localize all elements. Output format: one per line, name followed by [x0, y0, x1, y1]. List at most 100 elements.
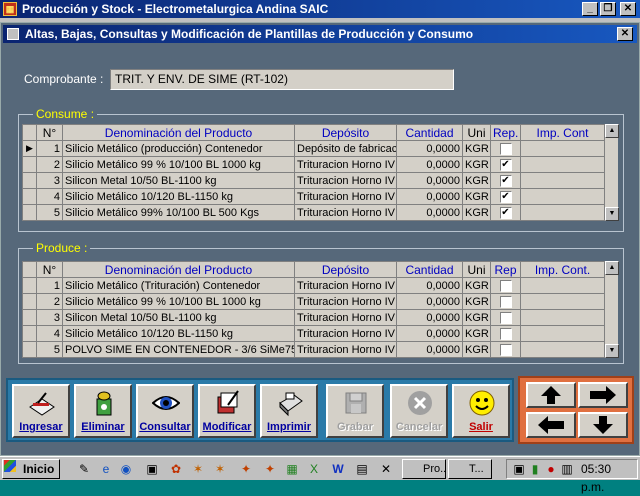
cell-uni[interactable]: KGR — [462, 204, 491, 221]
cell-rep[interactable]: ✔ — [490, 204, 521, 221]
excel-icon[interactable]: X — [306, 461, 322, 477]
cell-uni[interactable]: KGR — [462, 325, 491, 342]
minimize-button[interactable]: _ — [582, 2, 598, 16]
scroll-down-icon[interactable]: ▼ — [605, 344, 619, 358]
cell-uni[interactable]: KGR — [462, 293, 491, 310]
cell-deposito[interactable]: Trituracion Horno IV — [294, 277, 397, 294]
clock[interactable]: 05:30 p.m. — [581, 460, 637, 496]
cell-producto[interactable]: Silicon Metal 10/50 BL-1100 kg — [62, 309, 295, 326]
cell-deposito[interactable]: Trituracion Horno IV — [294, 293, 397, 310]
scroll-down-icon[interactable]: ▼ — [605, 207, 619, 221]
table-row[interactable]: ▶ 1 Silicio Metálico (producción) Contened… — [22, 140, 605, 157]
cell-producto[interactable]: Silicio Metálico 10/120 BL-1150 kg — [62, 188, 295, 205]
close-button[interactable]: ✕ — [620, 2, 636, 16]
cancelar-button[interactable]: Cancelar — [390, 384, 448, 438]
tray-network-icon[interactable]: ▣ — [511, 461, 527, 477]
row-selector[interactable]: ▶ — [22, 140, 37, 157]
cell-cantidad[interactable]: 0,0000 — [396, 172, 463, 189]
cell-imp-cont[interactable] — [520, 293, 605, 310]
cell-cantidad[interactable]: 0,0000 — [396, 188, 463, 205]
col-header-num[interactable]: N° — [36, 124, 63, 141]
rep-checkbox[interactable] — [499, 311, 512, 324]
window-menu-icon[interactable] — [7, 28, 19, 40]
cell-imp-cont[interactable] — [520, 204, 605, 221]
eliminar-button[interactable]: Eliminar — [74, 384, 132, 438]
col-header-imp-cont[interactable]: Imp. Cont. — [520, 261, 605, 278]
table-row[interactable]: 4 Silicio Metálico 10/120 BL-1150 kg Tritu… — [22, 325, 605, 342]
app-icon-9[interactable]: ✕ — [378, 461, 394, 477]
cell-deposito[interactable]: Trituracion Horno IV — [294, 172, 397, 189]
cell-imp-cont[interactable] — [520, 277, 605, 294]
inner-close-button[interactable]: ✕ — [617, 27, 633, 41]
cell-cantidad[interactable]: 0,0000 — [396, 156, 463, 173]
cell-num[interactable]: 1 — [36, 140, 63, 157]
table-row[interactable]: 1 Silicio Metálico (Trituración) Contened… — [22, 277, 605, 294]
cell-cantidad[interactable]: 0,0000 — [396, 341, 463, 358]
cell-num[interactable]: 4 — [36, 325, 63, 342]
cell-num[interactable]: 3 — [36, 172, 63, 189]
rep-checkbox[interactable]: ✔ — [499, 206, 512, 219]
cell-num[interactable]: 2 — [36, 293, 63, 310]
table-row[interactable]: 2 Silicio Metálico 99 % 10/100 BL 1000 kg… — [22, 156, 605, 173]
row-selector[interactable] — [22, 204, 37, 221]
salir-button[interactable]: Salir — [452, 384, 510, 438]
table-row[interactable]: 2 Silicio Metálico 99 % 10/100 BL 1000 kg… — [22, 293, 605, 310]
app-icon-3[interactable]: ✶ — [190, 461, 206, 477]
cell-producto[interactable]: Silicio Metálico 99% 10/100 BL 500 Kgs — [62, 204, 295, 221]
cell-producto[interactable]: Silicio Metálico 99 % 10/100 BL 1000 kg — [62, 293, 295, 310]
outlook-icon[interactable]: ◉ — [118, 461, 134, 477]
cell-num[interactable]: 5 — [36, 204, 63, 221]
cell-num[interactable]: 4 — [36, 188, 63, 205]
cell-producto[interactable]: Silicio Metálico 10/120 BL-1150 kg — [62, 325, 295, 342]
cell-rep[interactable] — [490, 325, 521, 342]
col-header-cantidad[interactable]: Cantidad — [396, 124, 463, 141]
rep-checkbox[interactable] — [499, 327, 512, 340]
app-icon-2[interactable]: ✿ — [168, 461, 184, 477]
cell-uni[interactable]: KGR — [462, 341, 491, 358]
cell-rep[interactable] — [490, 277, 521, 294]
app-icon-5[interactable]: ✦ — [238, 461, 254, 477]
cell-cantidad[interactable]: 0,0000 — [396, 293, 463, 310]
nav-left-button[interactable] — [526, 412, 576, 438]
cell-num[interactable]: 1 — [36, 277, 63, 294]
cell-producto[interactable]: POLVO SIME EN CONTENEDOR - 3/6 SiMe75 — [62, 341, 295, 358]
col-header-uni[interactable]: Uni — [462, 124, 491, 141]
table-row[interactable]: 5 Silicio Metálico 99% 10/100 BL 500 Kgs T… — [22, 204, 605, 221]
cell-deposito[interactable]: Trituracion Horno IV — [294, 156, 397, 173]
table-row[interactable]: 3 Silicon Metal 10/50 BL-1100 kg Trituraci… — [22, 172, 605, 189]
table-row[interactable]: 4 Silicio Metálico 10/120 BL-1150 kg Tritu… — [22, 188, 605, 205]
cell-imp-cont[interactable] — [520, 172, 605, 189]
nav-up-button[interactable] — [526, 382, 576, 408]
modificar-button[interactable]: Modificar — [198, 384, 256, 438]
app-icon-4[interactable]: ✶ — [212, 461, 228, 477]
desktop-icon[interactable]: ✎ — [76, 461, 92, 477]
rep-checkbox[interactable] — [499, 142, 512, 155]
cell-imp-cont[interactable] — [520, 140, 605, 157]
taskbar-task-produccion[interactable]: Pro... — [402, 459, 446, 479]
cell-cantidad[interactable]: 0,0000 — [396, 309, 463, 326]
produce-scrollbar[interactable]: ▲ ▼ — [604, 261, 619, 358]
row-selector[interactable] — [22, 156, 37, 173]
stop-icon[interactable]: ● — [543, 461, 559, 477]
cell-uni[interactable]: KGR — [462, 188, 491, 205]
row-selector[interactable] — [22, 325, 37, 342]
consume-table[interactable]: N° Denominación del Producto Depósito Ca… — [22, 124, 605, 221]
tray-icon[interactable]: ▥ — [559, 461, 575, 477]
tray-icon[interactable]: ▮ — [527, 461, 543, 477]
cell-uni[interactable]: KGR — [462, 156, 491, 173]
nav-right-button[interactable] — [578, 382, 628, 408]
row-selector[interactable] — [22, 277, 37, 294]
cell-producto[interactable]: Silicio Metálico 99 % 10/100 BL 1000 kg — [62, 156, 295, 173]
cell-uni[interactable]: KGR — [462, 309, 491, 326]
imprimir-button[interactable]: Imprimir — [260, 384, 318, 438]
row-selector[interactable] — [22, 309, 37, 326]
comprobante-field[interactable]: TRIT. Y ENV. DE SIME (RT-102) — [110, 69, 454, 90]
cell-rep[interactable]: ✔ — [490, 156, 521, 173]
consume-scrollbar[interactable]: ▲ ▼ — [604, 124, 619, 221]
grabar-button[interactable]: Grabar — [326, 384, 384, 438]
cell-rep[interactable] — [490, 309, 521, 326]
cell-num[interactable]: 5 — [36, 341, 63, 358]
cell-cantidad[interactable]: 0,0000 — [396, 140, 463, 157]
cell-cantidad[interactable]: 0,0000 — [396, 277, 463, 294]
col-header-num[interactable]: N° — [36, 261, 63, 278]
